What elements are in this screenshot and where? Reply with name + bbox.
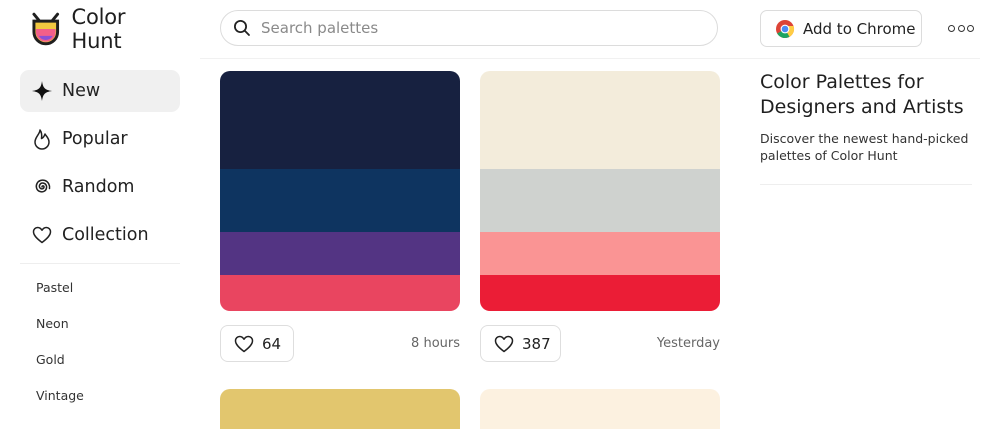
like-count: 64 (262, 334, 282, 353)
like-count: 387 (522, 334, 551, 353)
search-input[interactable] (259, 18, 683, 38)
sidebar-item-label: New (62, 81, 101, 101)
palette-swatch[interactable] (220, 275, 460, 311)
color-hunt-logo-icon (32, 12, 60, 46)
page-title: Color Palettes for Designers and Artists (760, 71, 964, 118)
tag-link-vintage[interactable]: Vintage (36, 388, 84, 403)
sidebar-item-random[interactable]: Random (20, 166, 180, 208)
flame-icon (34, 129, 50, 150)
palette-swatch[interactable] (480, 71, 720, 169)
header-divider (200, 58, 980, 59)
right-panel-divider (760, 184, 972, 185)
logo[interactable]: Color Hunt (30, 5, 180, 53)
palette-card[interactable] (480, 71, 720, 311)
sidebar-item-popular[interactable]: Popular (20, 118, 180, 160)
page-description: Discover the newest hand-picked palettes… (760, 131, 969, 163)
palette-swatch[interactable] (480, 169, 720, 232)
more-dots-icon[interactable] (948, 21, 974, 35)
palette-swatch[interactable] (480, 275, 720, 311)
heart-icon (494, 335, 514, 352)
search-icon (234, 20, 250, 36)
palette-timestamp: 8 hours (411, 336, 460, 351)
spiral-icon (35, 179, 51, 193)
app-name: Color Hunt (71, 5, 126, 53)
palette-swatch[interactable] (220, 232, 460, 275)
palette-card-partial[interactable] (220, 389, 460, 429)
palette-card-partial[interactable] (480, 389, 720, 429)
palette-swatch[interactable] (220, 71, 460, 169)
like-button[interactable]: 64 (220, 325, 294, 362)
add-to-chrome-button[interactable]: Add to Chrome (760, 10, 922, 47)
chrome-icon (776, 19, 795, 38)
heart-icon (234, 335, 254, 352)
palette-card[interactable] (220, 71, 460, 311)
tag-link-pastel[interactable]: Pastel (36, 280, 73, 295)
palette-swatch[interactable] (480, 232, 720, 275)
like-button[interactable]: 387 (480, 325, 561, 362)
sidebar-item-label: Collection (62, 225, 149, 245)
sidebar-divider (20, 263, 180, 264)
palette-swatch[interactable] (220, 169, 460, 232)
sidebar-item-label: Random (62, 177, 135, 197)
tag-link-gold[interactable]: Gold (36, 352, 65, 367)
sidebar-item-collection[interactable]: Collection (20, 214, 180, 256)
sidebar-item-label: Popular (62, 129, 128, 149)
sparkle-icon (32, 81, 52, 101)
add-to-chrome-label: Add to Chrome (803, 19, 916, 38)
heart-icon (32, 226, 52, 244)
sidebar-item-new[interactable]: New (20, 70, 180, 112)
tag-link-neon[interactable]: Neon (36, 316, 69, 331)
palette-timestamp: Yesterday (656, 336, 720, 351)
search-bar[interactable] (220, 10, 718, 46)
